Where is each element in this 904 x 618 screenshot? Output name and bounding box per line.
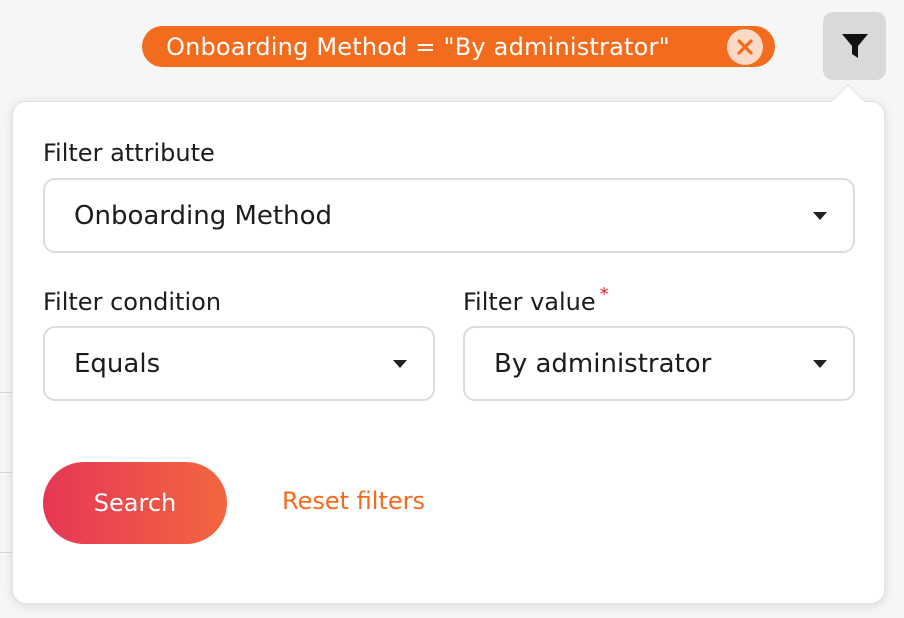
filter-value-value: By administrator — [494, 348, 712, 379]
required-marker: * — [599, 284, 609, 305]
filter-attribute-value: Onboarding Method — [74, 200, 333, 231]
filter-condition-value: Equals — [74, 348, 161, 379]
filter-value-select[interactable]: By administrator — [463, 326, 855, 401]
active-filter-label: Onboarding Method = "By administrator" — [166, 32, 670, 61]
chevron-down-icon — [813, 359, 827, 368]
search-button[interactable]: Search — [43, 462, 227, 544]
filter-value-label: Filter value — [463, 288, 596, 316]
filter-condition-select[interactable]: Equals — [43, 326, 435, 401]
filter-value-label-group: Filter value * — [463, 284, 609, 316]
chevron-down-icon — [393, 359, 407, 368]
funnel-icon — [841, 34, 868, 58]
close-icon — [737, 38, 753, 55]
filter-attribute-label: Filter attribute — [43, 139, 215, 167]
chevron-down-icon — [813, 211, 827, 220]
filter-toggle-button[interactable] — [823, 12, 886, 80]
filter-view: Onboarding Method = "By administrator" F… — [0, 0, 904, 618]
filter-attribute-select[interactable]: Onboarding Method — [43, 178, 855, 253]
reset-filters-link[interactable]: Reset filters — [282, 487, 425, 515]
remove-filter-button[interactable] — [727, 28, 763, 65]
active-filter-chip: Onboarding Method = "By administrator" — [142, 26, 775, 67]
filter-condition-label: Filter condition — [43, 288, 222, 316]
